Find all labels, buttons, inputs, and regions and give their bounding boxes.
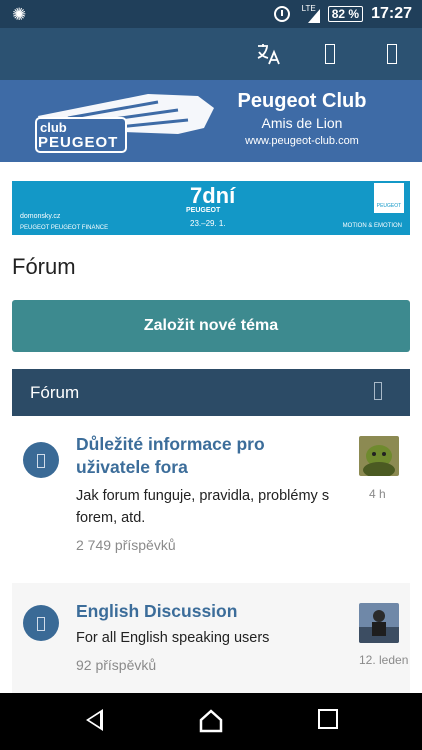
ad-slogan: MOTION & EMOTION [342,223,402,229]
forum-post-count: 92 příspěvků [76,657,157,673]
forum-title-link[interactable]: English Discussion [76,600,296,623]
notification-icon: ✺ [12,5,27,24]
activity-icon[interactable] [316,40,344,68]
system-navigation-bar [0,693,422,750]
new-topic-button[interactable]: Založit nové téma [12,300,410,352]
last-post-time: 12. leden [359,653,409,667]
forum-description: Jak forum funguje, pravidla, problémy s … [76,488,330,526]
home-icon[interactable] [198,709,224,733]
last-post-time: 4 h [369,487,386,501]
ad-dealer-small: PEUGEOT PEUGEOT FINANCE [20,225,109,231]
advertisement-banner[interactable]: domonsky.cz PEUGEOT PEUGEOT FINANCE 7dní… [12,181,410,235]
club-url: www.peugeot-club.com [245,135,359,147]
ad-brand: PEUGEOT [186,207,221,214]
collapse-icon[interactable] [374,382,382,400]
club-name-block: Peugeot Club Amis de Lion www.peugeot-cl… [222,90,382,147]
back-icon[interactable] [86,709,103,731]
page-title: Fórum [12,254,76,279]
menu-icon[interactable] [378,40,406,68]
battery-indicator: 82 % [327,6,364,22]
forum-post-count: 2 749 příspěvků [76,537,176,553]
status-bar: ✺ LTE 82 % 17:27 [0,0,422,28]
ad-peugeot-logo: PEUGEOT [374,183,404,213]
recent-apps-icon[interactable] [318,709,338,729]
forum-section-title: Fórum [30,382,80,402]
signal-icon: LTE [298,5,320,23]
logo-peugeot-text: PEUGEOT [38,134,119,151]
forum-section-header[interactable]: Fórum [12,369,410,416]
ad-headline: 7dní [190,183,236,208]
forum-title-link[interactable]: Důležité informace pro uživatele fora [76,433,296,479]
status-icons: LTE 82 % 17:27 [273,4,412,24]
last-poster-avatar[interactable] [359,603,399,643]
language-glyph [257,44,280,65]
club-title: Peugeot Club [237,90,367,112]
forum-unread-icon [23,442,59,478]
app-toolbar [0,28,422,80]
forum-unread-icon [23,605,59,641]
logo-club-text: club [40,120,67,135]
club-subtitle: Amis de Lion [261,115,343,131]
forum-row[interactable]: English Discussion For all English speak… [12,583,410,693]
ad-dealer: domonsky.cz [20,213,61,220]
alarm-icon [273,6,290,22]
forum-row[interactable]: Důležité informace pro uživatele fora Ja… [12,420,410,570]
last-poster-avatar[interactable] [359,436,399,476]
language-icon[interactable] [254,40,282,68]
ad-dates: 23.–29. 1. [190,219,226,228]
site-banner[interactable]: club PEUGEOT Peugeot Club Amis de Lion w… [0,80,422,162]
clock: 17:27 [371,5,412,22]
forum-description: For all English speaking users [76,630,270,646]
